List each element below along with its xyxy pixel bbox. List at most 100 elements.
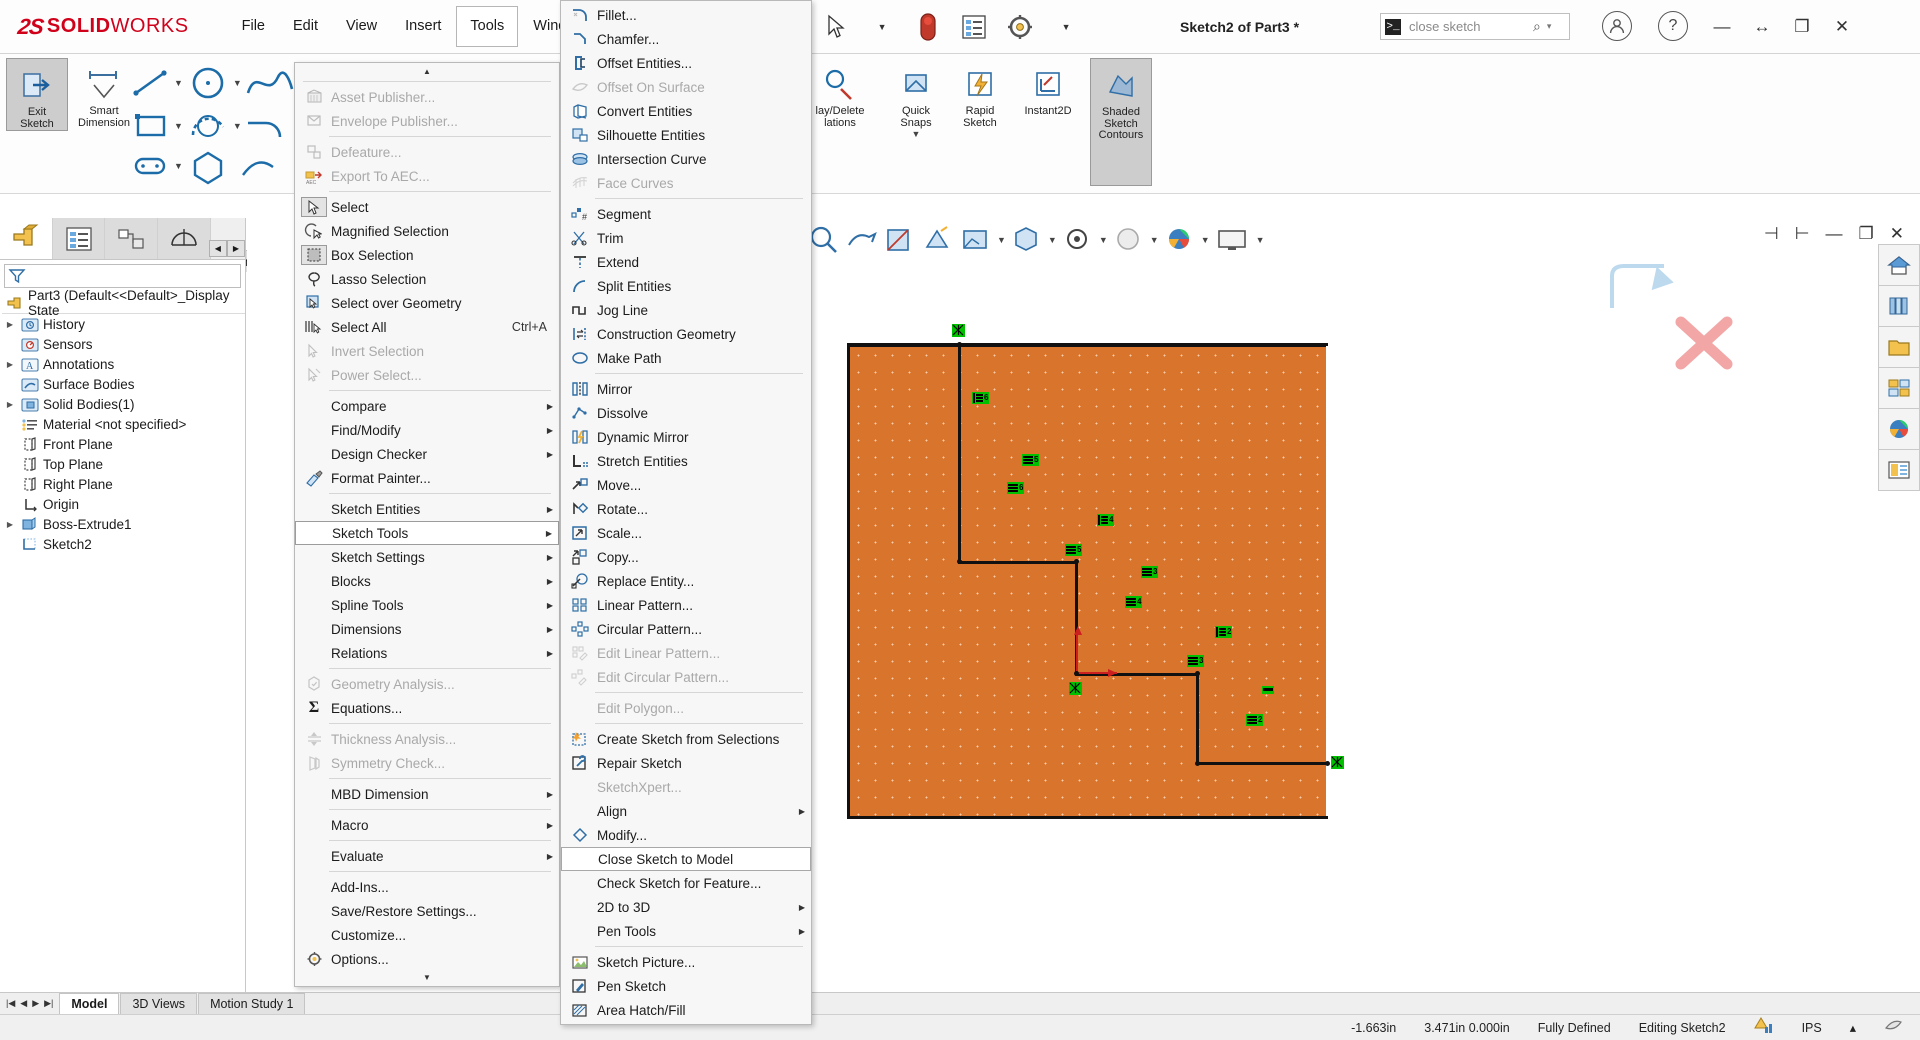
submenu-item-fillet[interactable]: Fillet...: [561, 3, 811, 27]
panel-next-arrow[interactable]: ▶: [226, 240, 245, 257]
custom-properties-icon[interactable]: [1878, 449, 1920, 491]
menu-item-spline-tools[interactable]: Spline Tools ▶: [295, 593, 559, 617]
submenu-item-2d-to-3d[interactable]: 2D to 3D ▶: [561, 895, 811, 919]
tab-first-arrow[interactable]: |◀: [4, 998, 17, 1009]
tree-item-material[interactable]: Material <not specified>: [2, 414, 245, 434]
submenu-item-repair-sketch[interactable]: Repair Sketch: [561, 751, 811, 775]
view-orientation-icon[interactable]: [921, 223, 955, 257]
tree-item-origin[interactable]: Origin: [2, 494, 245, 514]
rapid-sketch-button[interactable]: Rapid Sketch: [952, 58, 1008, 129]
submenu-item-check-sketch-for-feature[interactable]: Check Sketch for Feature...: [561, 871, 811, 895]
instant2d-button[interactable]: Instant2D: [1016, 58, 1080, 118]
rectangle-tool-icon[interactable]: [128, 107, 174, 145]
exit-sketch-button[interactable]: Exit Sketch: [6, 58, 68, 131]
expand-arrow-icon[interactable]: ▶: [4, 520, 16, 529]
menu-item-format-painter[interactable]: Format Painter...: [295, 466, 559, 490]
menu-item-blocks[interactable]: Blocks ▶: [295, 569, 559, 593]
circle-dropdown-caret[interactable]: ▼: [233, 78, 242, 88]
tree-item-surface-bodies[interactable]: Surface Bodies: [2, 374, 245, 394]
menu-item-design-checker[interactable]: Design Checker ▶: [295, 442, 559, 466]
configuration-manager-tab[interactable]: [105, 218, 159, 259]
slot-tool-icon[interactable]: [128, 147, 174, 185]
search-dropdown-caret[interactable]: ▾: [1547, 21, 1552, 32]
maximize-button[interactable]: ❐: [1782, 7, 1822, 47]
scene-icon[interactable]: [1112, 223, 1146, 257]
menu-item-box-selection[interactable]: Box Selection: [295, 243, 559, 267]
select-tool-button[interactable]: [813, 4, 859, 50]
menu-item-sketch-settings[interactable]: Sketch Settings ▶: [295, 545, 559, 569]
line-dropdown-caret[interactable]: ▼: [174, 78, 183, 88]
tab-prev-arrow[interactable]: ◀: [18, 998, 29, 1009]
viewport-icon[interactable]: [1214, 223, 1252, 257]
submenu-item-create-sketch-from-selections[interactable]: Create Sketch from Selections: [561, 727, 811, 751]
menu-edit[interactable]: Edit: [280, 12, 331, 41]
submenu-item-trim[interactable]: Trim: [561, 226, 811, 250]
warning-overlay-icon[interactable]: [1753, 1017, 1774, 1038]
sketch-point[interactable]: [957, 559, 962, 564]
coincident-marker-icon[interactable]: [1331, 756, 1344, 769]
tab-model[interactable]: Model: [59, 992, 120, 1015]
tree-item-front-plane[interactable]: Front Plane: [2, 434, 245, 454]
submenu-item-rotate[interactable]: Rotate...: [561, 497, 811, 521]
submenu-item-offset-entities[interactable]: Offset Entities...: [561, 51, 811, 75]
menu-item-customize[interactable]: Customize...: [295, 923, 559, 947]
menu-item-relations[interactable]: Relations ▶: [295, 641, 559, 665]
sketch-line-top[interactable]: [848, 343, 1328, 346]
spline-tool-icon[interactable]: [242, 63, 298, 103]
shaded-sketch-contours-button[interactable]: Shaded Sketch Contours: [1090, 58, 1152, 186]
view-palette-icon[interactable]: [1878, 367, 1920, 409]
document-restore-icon[interactable]: ❐: [1859, 224, 1874, 244]
profile-line-v3[interactable]: [1196, 673, 1199, 764]
feature-manager-tab[interactable]: [0, 218, 53, 259]
submenu-item-dissolve[interactable]: Dissolve: [561, 401, 811, 425]
menu-file[interactable]: File: [229, 12, 278, 41]
equal-relation-badge[interactable]: 5: [1022, 454, 1040, 467]
sketch-point[interactable]: [1325, 761, 1330, 766]
trim-tool-icon[interactable]: [233, 147, 289, 185]
appearance-icon[interactable]: [1884, 1017, 1904, 1038]
hide-show-items-icon[interactable]: [1010, 223, 1044, 257]
submenu-item-linear-pattern[interactable]: Linear Pattern...: [561, 593, 811, 617]
coincident-marker-icon[interactable]: [952, 324, 965, 337]
menu-scroll-down-grip[interactable]: ▼: [295, 971, 559, 984]
expand-arrow-icon[interactable]: ▶: [4, 320, 16, 329]
menu-insert[interactable]: Insert: [392, 12, 454, 41]
submenu-item-modify[interactable]: Modify...: [561, 823, 811, 847]
tree-item-annotations[interactable]: ▶ A Annotations: [2, 354, 245, 374]
status-units-caret[interactable]: ▴: [1850, 1020, 1856, 1035]
submenu-item-chamfer[interactable]: Chamfer...: [561, 27, 811, 51]
expand-arrow-icon[interactable]: ▶: [4, 400, 16, 409]
tab-motion-study-1[interactable]: Motion Study 1: [198, 992, 306, 1015]
menu-item-select[interactable]: Select: [295, 195, 559, 219]
polygon-tool-icon[interactable]: [183, 147, 233, 185]
sketch-face-region[interactable]: [848, 345, 1326, 819]
menu-item-select-over-geometry[interactable]: Select over Geometry: [295, 291, 559, 315]
tree-item-sketch2[interactable]: Sketch2: [2, 534, 245, 554]
menu-item-equations[interactable]: Σ Equations...: [295, 696, 559, 720]
menu-item-find-modify[interactable]: Find/Modify ▶: [295, 418, 559, 442]
document-minimize-icon[interactable]: —: [1826, 224, 1843, 244]
menu-item-add-ins[interactable]: Add-Ins...: [295, 875, 559, 899]
sketch-point[interactable]: [1074, 671, 1079, 676]
arc-tool-icon[interactable]: [183, 107, 233, 145]
tab-nav-arrows[interactable]: |◀ ◀ ▶ ▶|: [0, 998, 59, 1009]
menu-tools[interactable]: Tools: [456, 6, 519, 47]
close-button[interactable]: ✕: [1822, 7, 1862, 47]
status-units[interactable]: IPS: [1802, 1021, 1822, 1035]
submenu-item-close-sketch-to-model[interactable]: Close Sketch to Model: [561, 847, 811, 871]
menu-scroll-up-grip[interactable]: ▲: [295, 65, 559, 78]
submenu-item-circular-pattern[interactable]: Circular Pattern...: [561, 617, 811, 641]
equal-relation-badge[interactable]: 3: [1141, 566, 1159, 579]
submenu-item-make-path[interactable]: Make Path: [561, 346, 811, 370]
sketch-fillet-tool-icon[interactable]: [242, 107, 298, 145]
section-view-icon[interactable]: [883, 223, 917, 257]
horizontal-relation-badge[interactable]: [1262, 686, 1274, 694]
submenu-item-pen-sketch[interactable]: Pen Sketch: [561, 974, 811, 998]
submenu-item-split-entities[interactable]: Split Entities: [561, 274, 811, 298]
sketch-line-left[interactable]: [847, 343, 850, 819]
menu-item-lasso-selection[interactable]: Lasso Selection: [295, 267, 559, 291]
submenu-item-sketch-picture[interactable]: Sketch Picture...: [561, 950, 811, 974]
minimize-button[interactable]: —: [1702, 7, 1742, 47]
dimxpert-manager-tab[interactable]: [158, 218, 211, 259]
sketch-line-bottom[interactable]: [847, 816, 1328, 819]
